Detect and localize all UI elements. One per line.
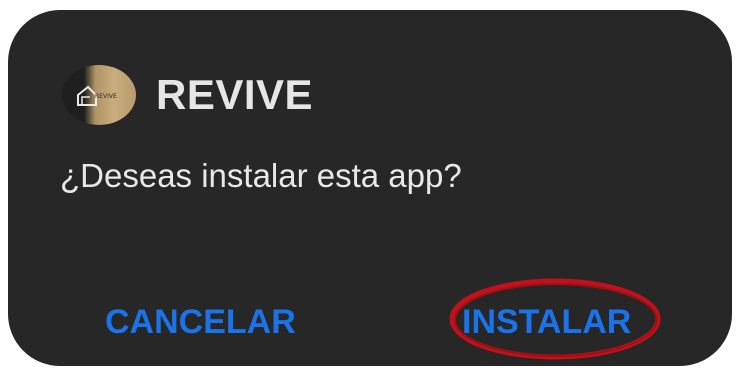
- app-name: REVIVE: [156, 71, 314, 118]
- install-dialog: REVIVE REVIVE ¿Deseas instalar esta app?…: [8, 10, 732, 366]
- icon-logo-text: REVIVE: [95, 93, 117, 100]
- revive-logo-icon: REVIVE: [62, 65, 136, 125]
- install-button[interactable]: INSTALAR: [462, 302, 631, 342]
- cancel-button[interactable]: CANCELAR: [105, 302, 296, 342]
- install-prompt: ¿Deseas instalar esta app?: [60, 157, 462, 194]
